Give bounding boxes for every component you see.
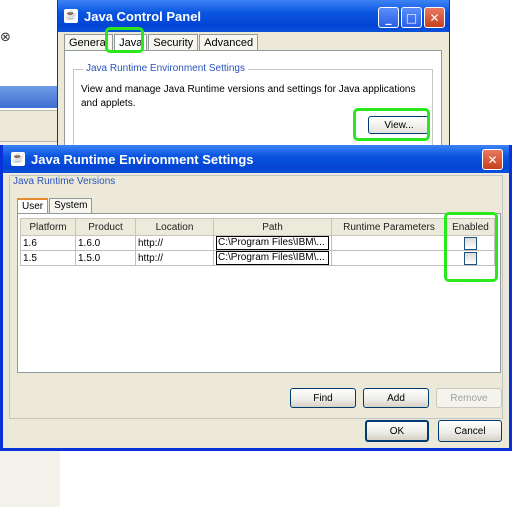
tab-general[interactable]: General	[64, 34, 114, 50]
column-header-product[interactable]: Product	[75, 218, 136, 236]
java-cup-icon: ☕	[11, 152, 25, 166]
tab-user[interactable]: User	[17, 198, 49, 213]
background-toolbar: avorites	[0, 110, 64, 241]
runtime-parameters-cell[interactable]	[331, 235, 447, 251]
tab-security[interactable]: Security	[148, 34, 199, 50]
jre-versions-label: Java Runtime Versions	[13, 176, 116, 187]
jre-table-panel: Platform Product Location Path Runtime P…	[17, 213, 501, 373]
view-button[interactable]: View...	[368, 116, 430, 134]
product-cell[interactable]: 1.6.0	[75, 235, 136, 251]
cancel-button[interactable]: Cancel	[438, 420, 502, 442]
location-cell[interactable]: http://	[135, 250, 214, 266]
enabled-checkbox[interactable]	[464, 236, 477, 250]
tab-advanced[interactable]: Advanced	[199, 34, 259, 50]
table-row[interactable]: 1.6 1.6.0 http:// C:\Program Files\IBM\.…	[20, 235, 495, 251]
jre-close-button[interactable]: ✕	[482, 149, 503, 170]
table-row[interactable]: 1.5 1.5.0 http:// C:\Program Files\IBM\.…	[20, 250, 495, 266]
platform-cell[interactable]: 1.6	[20, 235, 76, 251]
jre-tabs: User System	[17, 198, 93, 213]
control-panel-tabs: General Java Security Advanced	[64, 34, 259, 50]
column-header-enabled[interactable]: Enabled	[446, 218, 495, 236]
table-header-row: Platform Product Location Path Runtime P…	[20, 218, 495, 236]
find-button[interactable]: Find	[290, 388, 356, 408]
enabled-checkbox[interactable]	[464, 251, 477, 265]
path-value[interactable]: C:\Program Files\IBM\...	[216, 236, 329, 250]
jre-dialog-title: Java Runtime Environment Settings	[31, 151, 254, 167]
jre-settings-group-title: Java Runtime Environment Settings	[83, 63, 248, 74]
column-header-platform[interactable]: Platform	[20, 218, 76, 236]
minimize-button[interactable]: _	[378, 7, 399, 28]
jre-settings-dialog: ☕ Java Runtime Environment Settings ✕ Ja…	[0, 145, 512, 451]
runtime-parameters-cell[interactable]	[331, 250, 447, 266]
column-header-location[interactable]: Location	[135, 218, 214, 236]
product-cell[interactable]: 1.5.0	[75, 250, 136, 266]
platform-cell[interactable]: 1.5	[20, 250, 76, 266]
enabled-cell	[446, 250, 495, 266]
column-header-runtime-parameters[interactable]: Runtime Parameters	[331, 218, 447, 236]
remove-button: Remove	[436, 388, 502, 408]
path-value[interactable]: C:\Program Files\IBM\...	[216, 251, 329, 265]
jre-settings-description: View and manage Java Runtime versions an…	[81, 84, 416, 109]
background-icon: ⊗	[0, 30, 11, 45]
location-cell[interactable]: http://	[135, 235, 214, 251]
maximize-button[interactable]: □	[401, 7, 422, 28]
background-window-titlebar	[0, 86, 64, 108]
column-header-path[interactable]: Path	[213, 218, 332, 236]
java-tab-panel: Java Runtime Environment Settings View a…	[64, 50, 442, 159]
java-cup-icon: ☕	[64, 9, 78, 23]
jre-table: Platform Product Location Path Runtime P…	[20, 218, 495, 266]
add-button[interactable]: Add	[363, 388, 429, 408]
path-cell[interactable]: C:\Program Files\IBM\...	[213, 235, 332, 251]
ok-button[interactable]: OK	[365, 420, 429, 442]
tab-java[interactable]: Java	[114, 34, 148, 50]
control-panel-title: Java Control Panel	[84, 8, 202, 24]
java-control-panel-window: ☕ Java Control Panel _ □ ✕ General Java …	[57, 0, 450, 159]
enabled-cell	[446, 235, 495, 251]
tab-system[interactable]: System	[49, 198, 93, 213]
close-button[interactable]: ✕	[424, 7, 445, 28]
path-cell[interactable]: C:\Program Files\IBM\...	[213, 250, 332, 266]
jre-dialog-titlebar[interactable]: ☕ Java Runtime Environment Settings	[3, 145, 509, 173]
